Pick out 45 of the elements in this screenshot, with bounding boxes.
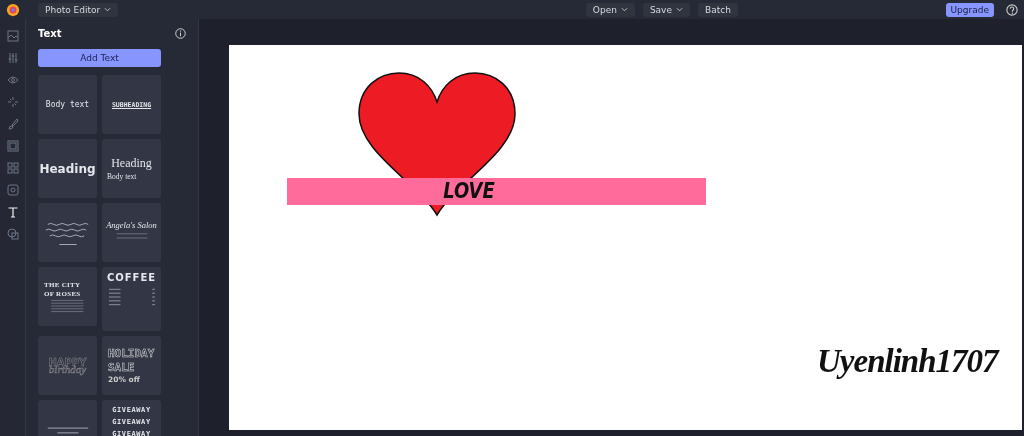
help-icon[interactable]	[1006, 3, 1018, 16]
text-icon	[6, 205, 19, 218]
tool-rail-item[interactable]	[5, 29, 20, 42]
template-text: SALE	[108, 361, 135, 374]
sliders-icon	[6, 51, 19, 64]
template-text: Body text	[45, 100, 90, 109]
caret-icon	[620, 7, 628, 12]
template-text: COFFEE	[106, 272, 157, 283]
grid-icon	[6, 161, 19, 174]
layers-icon	[6, 227, 19, 240]
app-menu-button[interactable]: Photo Editor	[38, 2, 119, 17]
menu-button[interactable]: Open	[585, 2, 635, 17]
template-text: Heading	[111, 156, 152, 171]
image-icon	[6, 29, 19, 42]
tool-rail-item[interactable]	[5, 227, 20, 240]
info-icon[interactable]	[175, 27, 186, 39]
template-text: Heading	[39, 161, 96, 176]
frame-icon	[6, 139, 19, 152]
text-template-tile[interactable]: Heading	[38, 139, 97, 198]
template-text: Angela's Salon	[106, 220, 157, 230]
tool-rail-item[interactable]	[5, 117, 20, 130]
caret-icon	[104, 7, 112, 12]
add-text-button[interactable]: Add Text	[38, 49, 161, 67]
text-template-tile[interactable]	[38, 203, 97, 262]
menu-button[interactable]: Batch	[697, 2, 738, 17]
eye-icon	[6, 73, 19, 86]
panel-title: Text	[38, 27, 62, 39]
text-template-tile[interactable]: COFFEE	[102, 267, 161, 331]
square-icon	[6, 183, 19, 196]
banner-text: LOVE	[443, 176, 495, 206]
sparkle-icon	[6, 95, 19, 108]
heart-drawing[interactable]	[357, 72, 517, 217]
menu-button[interactable]: Save	[642, 2, 690, 17]
caret-icon	[675, 7, 683, 12]
text-template-tile[interactable]: Body text	[38, 75, 97, 134]
logo-icon[interactable]	[6, 2, 20, 17]
upgrade-button[interactable]: Upgrade	[945, 2, 994, 17]
template-text: HAPPY	[48, 356, 87, 368]
signature-text: Uyenlinh1707	[817, 343, 998, 380]
text-template-tile[interactable]: Angela's Salon	[102, 203, 161, 262]
tool-rail-item[interactable]	[5, 73, 20, 86]
template-text: HOLIDAY	[108, 347, 155, 360]
brush-icon	[6, 117, 19, 130]
text-template-tile[interactable]: HAPPY birthday	[38, 336, 97, 395]
banner-bar[interactable]: LOVE	[287, 178, 706, 205]
